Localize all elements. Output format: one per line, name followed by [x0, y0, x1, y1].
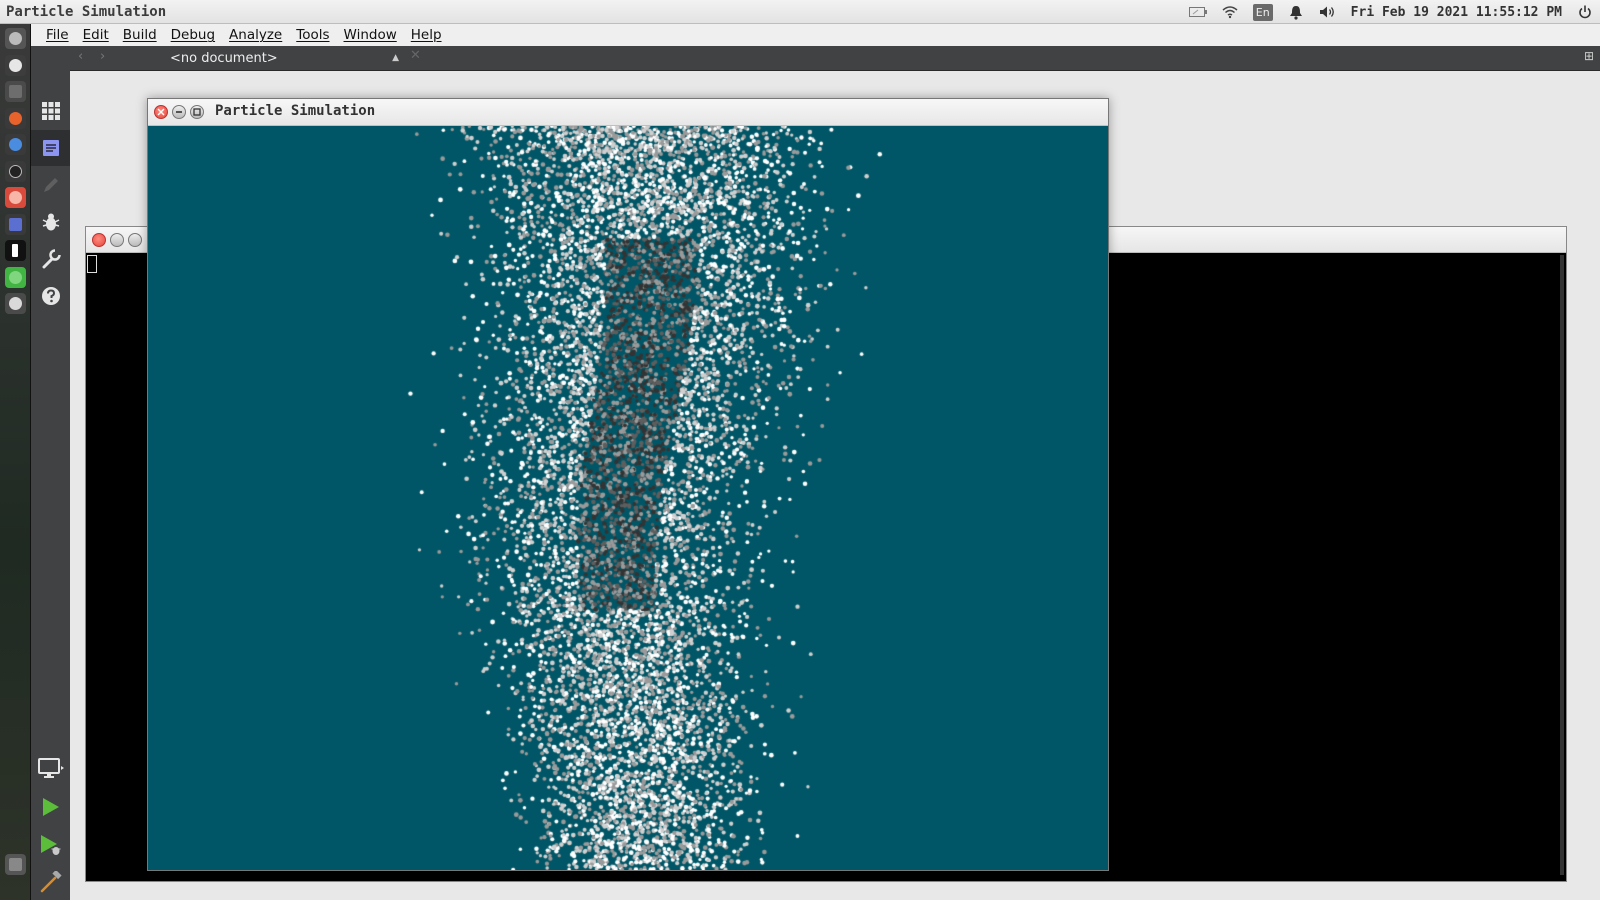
back-icon[interactable]: ‹ — [78, 49, 83, 64]
launcher — [0, 24, 31, 900]
debug-run-icon[interactable] — [31, 827, 70, 863]
menu-window[interactable]: Window — [337, 27, 404, 43]
qt-icon[interactable] — [5, 267, 26, 288]
trash-icon[interactable] — [5, 854, 26, 875]
document-selector[interactable]: <no document> ▲ — [165, 49, 405, 68]
menu-tools[interactable]: Tools — [289, 27, 336, 43]
window-title: Particle Simulation — [215, 103, 376, 119]
edit-icon[interactable] — [31, 130, 70, 166]
files-icon[interactable] — [5, 81, 26, 102]
power-icon[interactable] — [1576, 3, 1594, 21]
active-app-title: Particle Simulation — [6, 3, 167, 20]
system-settings-icon[interactable] — [5, 293, 26, 314]
menu-analyze[interactable]: Analyze — [222, 27, 289, 43]
close-button[interactable] — [154, 105, 168, 119]
projects-icon[interactable] — [31, 241, 70, 277]
bell-icon[interactable] — [1287, 3, 1305, 21]
system-tray: En Fri Feb 19 2021 11:55:12 PM — [1188, 0, 1594, 24]
help-icon[interactable] — [31, 278, 70, 314]
maximize-button[interactable] — [190, 105, 204, 119]
console-minimize-button[interactable] — [110, 233, 124, 247]
menu-file[interactable]: File — [39, 27, 76, 43]
font-icon[interactable] — [5, 240, 26, 261]
document-selector-label: <no document> — [170, 51, 278, 66]
chevron-updown-icon: ▲ — [392, 53, 399, 63]
app-blue-icon[interactable] — [5, 214, 26, 235]
menu-build[interactable]: Build — [116, 27, 164, 43]
particle-simulation-window: Particle Simulation — [147, 98, 1109, 871]
mode-sidebar — [31, 46, 70, 900]
editor-toolbar: ‹ › <no document> ▲ ✕ ⊞ — [70, 46, 1600, 71]
debug-icon[interactable] — [31, 204, 70, 240]
menu-edit[interactable]: Edit — [76, 27, 116, 43]
settings-icon[interactable] — [5, 55, 26, 76]
wifi-icon[interactable] — [1221, 3, 1239, 21]
build-icon[interactable] — [31, 864, 70, 900]
console-close-button[interactable] — [92, 233, 106, 247]
split-view-icon[interactable]: ⊞ — [1584, 49, 1594, 63]
minimize-button[interactable] — [172, 105, 186, 119]
console-scrollbar[interactable] — [1560, 255, 1564, 875]
firefox-icon[interactable] — [5, 108, 26, 129]
top-panel: Particle Simulation En Fri Feb 19 2021 1… — [0, 0, 1600, 24]
keyboard-language-indicator[interactable]: En — [1252, 3, 1273, 21]
close-document-icon[interactable]: ✕ — [410, 48, 421, 63]
dash-icon[interactable] — [5, 28, 26, 49]
design-icon[interactable] — [31, 167, 70, 203]
browser-icon[interactable] — [5, 134, 26, 155]
target-selector-icon[interactable] — [31, 751, 70, 787]
menu-help[interactable]: Help — [404, 27, 449, 43]
console-maximize-button[interactable] — [128, 233, 142, 247]
particle-titlebar[interactable]: Particle Simulation — [148, 99, 1108, 126]
app-red-icon[interactable] — [5, 187, 26, 208]
console-cursor — [87, 255, 97, 273]
forward-icon[interactable]: › — [100, 49, 105, 64]
particle-canvas[interactable] — [148, 126, 1108, 870]
clock[interactable]: Fri Feb 19 2021 11:55:12 PM — [1351, 5, 1562, 20]
battery-icon[interactable] — [1188, 3, 1207, 21]
welcome-icon[interactable] — [31, 93, 70, 129]
volume-icon[interactable] — [1319, 3, 1337, 21]
terminal-icon[interactable] — [5, 161, 26, 182]
menu-bar: File Edit Build Debug Analyze Tools Wind… — [31, 24, 1600, 46]
menu-debug[interactable]: Debug — [164, 27, 222, 43]
run-icon[interactable] — [31, 789, 70, 825]
